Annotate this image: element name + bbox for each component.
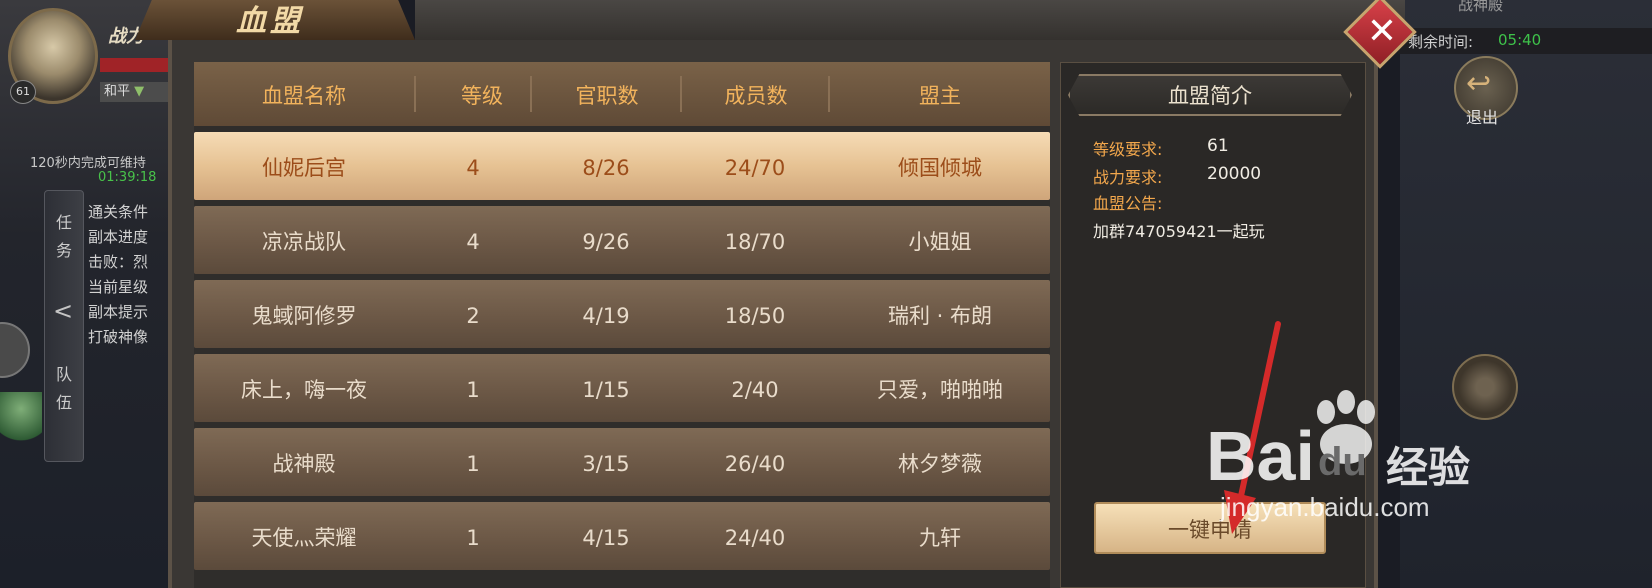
level-req-value: 61 xyxy=(1207,136,1229,156)
notice-text: 加群747059421一起玩 xyxy=(1093,222,1265,241)
cell-members: 24/70 xyxy=(724,156,786,180)
dungeon-name: 战神殿 xyxy=(1458,0,1504,14)
cell-leader: 倾国倾城 xyxy=(898,156,982,180)
remaining-time-value: 05:40 xyxy=(1498,31,1542,49)
info-title: 血盟简介 xyxy=(1168,84,1252,108)
cell-members: 2/40 xyxy=(731,378,779,402)
cell-guild-name: 凉凉战队 xyxy=(262,230,346,254)
cell-posts: 3/15 xyxy=(582,452,630,476)
side-tab-panel: 任务 < 队伍 xyxy=(44,190,84,462)
cell-leader: 小姐姐 xyxy=(908,230,972,254)
watermark-url: jingyan.baidu.com xyxy=(1220,492,1430,522)
cell-guild-name: 战神殿 xyxy=(272,452,336,476)
cell-posts: 9/26 xyxy=(582,230,630,254)
table-row[interactable]: 仙妮后宫 4 8/26 24/70 倾国倾城 xyxy=(194,132,1050,200)
header-posts[interactable]: 官职数 xyxy=(532,62,682,126)
guild-table: 血盟名称 等级 官职数 成员数 盟主 仙妮后宫 4 8/26 24/70 倾国倾… xyxy=(194,62,1050,588)
tab-task[interactable]: 任务 xyxy=(54,209,74,265)
cell-guild-name: 仙妮后宫 xyxy=(262,156,346,180)
cell-level: 4 xyxy=(466,230,480,254)
quest-timer-text: 120秒内完成可维持 xyxy=(30,156,146,171)
tab-team[interactable]: 队伍 xyxy=(54,361,74,417)
watermark-brand: Bai du xyxy=(1206,416,1367,496)
header-guild-name[interactable]: 血盟名称 xyxy=(194,62,414,126)
collapse-arrow-icon[interactable]: < xyxy=(53,297,73,325)
watermark-brand-du: du xyxy=(1318,440,1367,484)
cell-leader: 只爱，啪啪啪 xyxy=(877,378,1003,402)
level-req-label: 等级要求: xyxy=(1093,140,1163,159)
header-level[interactable]: 等级 xyxy=(416,62,548,126)
cell-leader: 林夕梦薇 xyxy=(898,452,982,476)
cell-posts: 4/19 xyxy=(582,304,630,328)
cell-posts: 8/26 xyxy=(582,156,630,180)
remaining-time-label: 剩余时间: xyxy=(1408,33,1474,51)
table-row[interactable]: 鬼蜮阿修罗 2 4/19 18/50 瑞利 · 布朗 xyxy=(194,280,1050,348)
cell-guild-name: 鬼蜮阿修罗 xyxy=(251,304,357,328)
cell-level: 1 xyxy=(466,526,480,550)
table-row[interactable]: 战神殿 1 3/15 26/40 林夕梦薇 xyxy=(194,428,1050,496)
cell-members: 18/50 xyxy=(724,304,786,328)
cell-posts: 1/15 xyxy=(582,378,630,402)
chevron-down-icon: ▼ xyxy=(134,84,145,99)
pk-mode-dropdown[interactable]: 和平 ▼ xyxy=(100,82,174,102)
power-req-label: 战力要求: xyxy=(1093,168,1163,187)
cell-leader: 九轩 xyxy=(919,526,961,550)
watermark-brand-cn: 经验 xyxy=(1386,443,1471,492)
table-row[interactable]: 天使灬荣耀 1 4/15 24/40 九轩 xyxy=(194,502,1050,570)
scene-mushroom xyxy=(0,392,42,448)
cell-members: 24/40 xyxy=(724,526,786,550)
cell-level: 1 xyxy=(466,378,480,402)
header-members[interactable]: 成员数 xyxy=(682,62,830,126)
player-level-badge: 61 xyxy=(10,80,36,104)
pk-mode-label: 和平 xyxy=(104,84,131,99)
remaining-time-box: 剩余时间: 05:40 xyxy=(1398,28,1652,54)
quest-timer-value: 01:39:18 xyxy=(98,170,157,185)
dialog-top-bar xyxy=(415,0,1405,44)
cell-guild-name: 床上，嗨一夜 xyxy=(241,378,367,402)
cell-posts: 4/15 xyxy=(582,526,630,550)
exit-label: 退出 xyxy=(1466,108,1499,127)
cell-level: 1 xyxy=(466,452,480,476)
dialog-title: 血盟 xyxy=(236,4,304,39)
cell-members: 26/40 xyxy=(724,452,786,476)
table-row[interactable]: 床上，嗨一夜 1 1/15 2/40 只爱，啪啪啪 xyxy=(194,354,1050,422)
table-header: 血盟名称 等级 官职数 成员数 盟主 xyxy=(194,62,1050,126)
cell-guild-name: 天使灬荣耀 xyxy=(251,526,357,550)
notice-label: 血盟公告: xyxy=(1093,194,1163,213)
power-req-value: 20000 xyxy=(1207,164,1262,184)
return-arrow-icon: ↩ xyxy=(1466,66,1492,101)
baidu-watermark: Bai du 经验 jingyan.baidu.com xyxy=(1206,390,1506,530)
cell-level: 4 xyxy=(466,156,480,180)
close-icon[interactable]: ✕ xyxy=(1363,6,1401,58)
table-row[interactable]: 凉凉战队 4 9/26 18/70 小姐姐 xyxy=(194,206,1050,274)
header-leader[interactable]: 盟主 xyxy=(830,62,1050,126)
cell-leader: 瑞利 · 布朗 xyxy=(887,304,993,328)
watermark-brand-bai: Bai xyxy=(1206,417,1315,495)
cell-level: 2 xyxy=(466,304,480,328)
cell-members: 18/70 xyxy=(724,230,786,254)
